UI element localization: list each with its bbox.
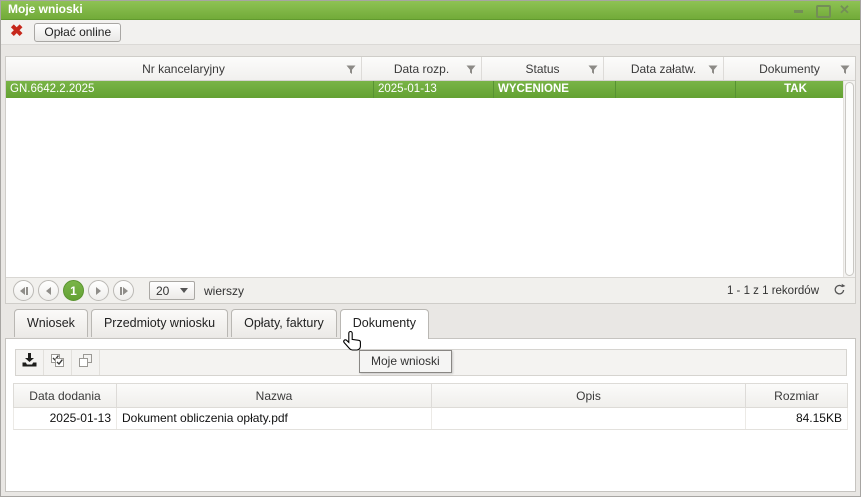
next-page-button[interactable]: [88, 280, 109, 301]
cell-data-zalatw: [616, 81, 736, 98]
scrollbar-thumb[interactable]: [845, 82, 854, 276]
cell-nazwa: Dokument obliczenia opłaty.pdf: [117, 408, 432, 429]
download-button[interactable]: [16, 350, 44, 375]
requests-grid: Nr kancelaryjny Data rozp. Status Data z…: [5, 56, 856, 304]
page-size-select[interactable]: 20: [149, 281, 195, 300]
column-header-nr-kancelaryjny[interactable]: Nr kancelaryjny: [6, 57, 362, 80]
cancel-icon[interactable]: ✖: [10, 24, 23, 40]
column-header-data-dodania[interactable]: Data dodania: [14, 384, 117, 407]
previous-page-button[interactable]: [38, 280, 59, 301]
select-checkboxes-icon: [50, 353, 65, 373]
document-row[interactable]: 2025-01-13 Dokument obliczenia opłaty.pd…: [13, 408, 848, 430]
column-header-status[interactable]: Status: [482, 57, 604, 80]
records-summary: 1 - 1 z 1 rekordów: [727, 285, 819, 297]
documents-grid-header: Data dodania Nazwa Opis Rozmiar: [13, 383, 848, 408]
column-header-data-rozp[interactable]: Data rozp.: [362, 57, 482, 80]
first-page-button[interactable]: [13, 280, 34, 301]
copy-button[interactable]: [72, 350, 100, 375]
moje-wnioski-window: Moje wnioski ✕ ✖ Opłać online Nr kancela…: [0, 0, 861, 497]
cell-status: WYCENIONE: [494, 81, 616, 98]
copy-icon: [78, 353, 93, 373]
last-page-icon: [123, 287, 128, 295]
filter-icon[interactable]: [466, 64, 476, 78]
column-header-rozmiar[interactable]: Rozmiar: [746, 384, 847, 407]
requests-grid-header: Nr kancelaryjny Data rozp. Status Data z…: [6, 57, 855, 81]
vertical-scrollbar[interactable]: [843, 81, 855, 277]
previous-page-icon: [46, 287, 51, 295]
filter-icon[interactable]: [840, 64, 850, 78]
title-bar: Moje wnioski ✕: [1, 1, 860, 20]
download-icon: [22, 353, 37, 372]
tab-wniosek[interactable]: Wniosek: [14, 309, 88, 337]
tab-bar: Wniosek Przedmioty wniosku Opłaty, faktu…: [5, 309, 429, 339]
last-page-button[interactable]: [113, 280, 134, 301]
next-page-icon: [96, 287, 101, 295]
pagination-bar: 1 20 wierszy 1 - 1 z 1 rekordów: [6, 277, 855, 303]
cell-nr-kancelaryjny: GN.6642.2.2025: [6, 81, 374, 98]
tooltip: Moje wnioski: [359, 350, 452, 373]
filter-icon[interactable]: [588, 64, 598, 78]
column-header-dokumenty[interactable]: Dokumenty: [724, 57, 855, 80]
page-size-value: 20: [156, 284, 169, 298]
cell-dokumenty: TAK: [736, 81, 855, 98]
minimize-icon[interactable]: [793, 4, 805, 15]
column-header-nazwa[interactable]: Nazwa: [117, 384, 432, 407]
tab-przedmioty-wniosku[interactable]: Przedmioty wniosku: [91, 309, 228, 337]
cell-data-dodania: 2025-01-13: [14, 408, 117, 429]
requests-grid-body: GN.6642.2.2025 2025-01-13 WYCENIONE TAK: [6, 81, 855, 277]
pay-online-button[interactable]: Opłać online: [34, 23, 121, 42]
window-controls: ✕: [793, 4, 851, 15]
filter-icon[interactable]: [708, 64, 718, 78]
close-icon[interactable]: ✕: [839, 4, 851, 15]
hand-pointer-icon: [342, 330, 364, 359]
maximize-icon[interactable]: [816, 4, 828, 15]
current-page-button[interactable]: 1: [63, 280, 84, 301]
rows-label: wierszy: [204, 284, 244, 298]
filter-icon[interactable]: [346, 64, 356, 78]
select-checkboxes-button[interactable]: [44, 350, 72, 375]
chevron-down-icon: [180, 288, 188, 293]
cell-data-rozp: 2025-01-13: [374, 81, 494, 98]
column-header-opis[interactable]: Opis: [432, 384, 746, 407]
main-toolbar: ✖ Opłać online: [1, 20, 860, 45]
cell-opis: [432, 408, 746, 429]
column-header-data-zalatw[interactable]: Data załatw.: [604, 57, 724, 80]
first-page-icon: [20, 287, 25, 295]
window-title: Moje wnioski: [8, 2, 83, 16]
documents-grid: Data dodania Nazwa Opis Rozmiar 2025-01-…: [13, 383, 848, 430]
cell-rozmiar: 84.15KB: [746, 408, 847, 429]
table-row-selected[interactable]: GN.6642.2.2025 2025-01-13 WYCENIONE TAK: [6, 81, 855, 98]
tab-oplaty-faktury[interactable]: Opłaty, faktury: [231, 309, 337, 337]
refresh-icon[interactable]: [833, 283, 846, 299]
